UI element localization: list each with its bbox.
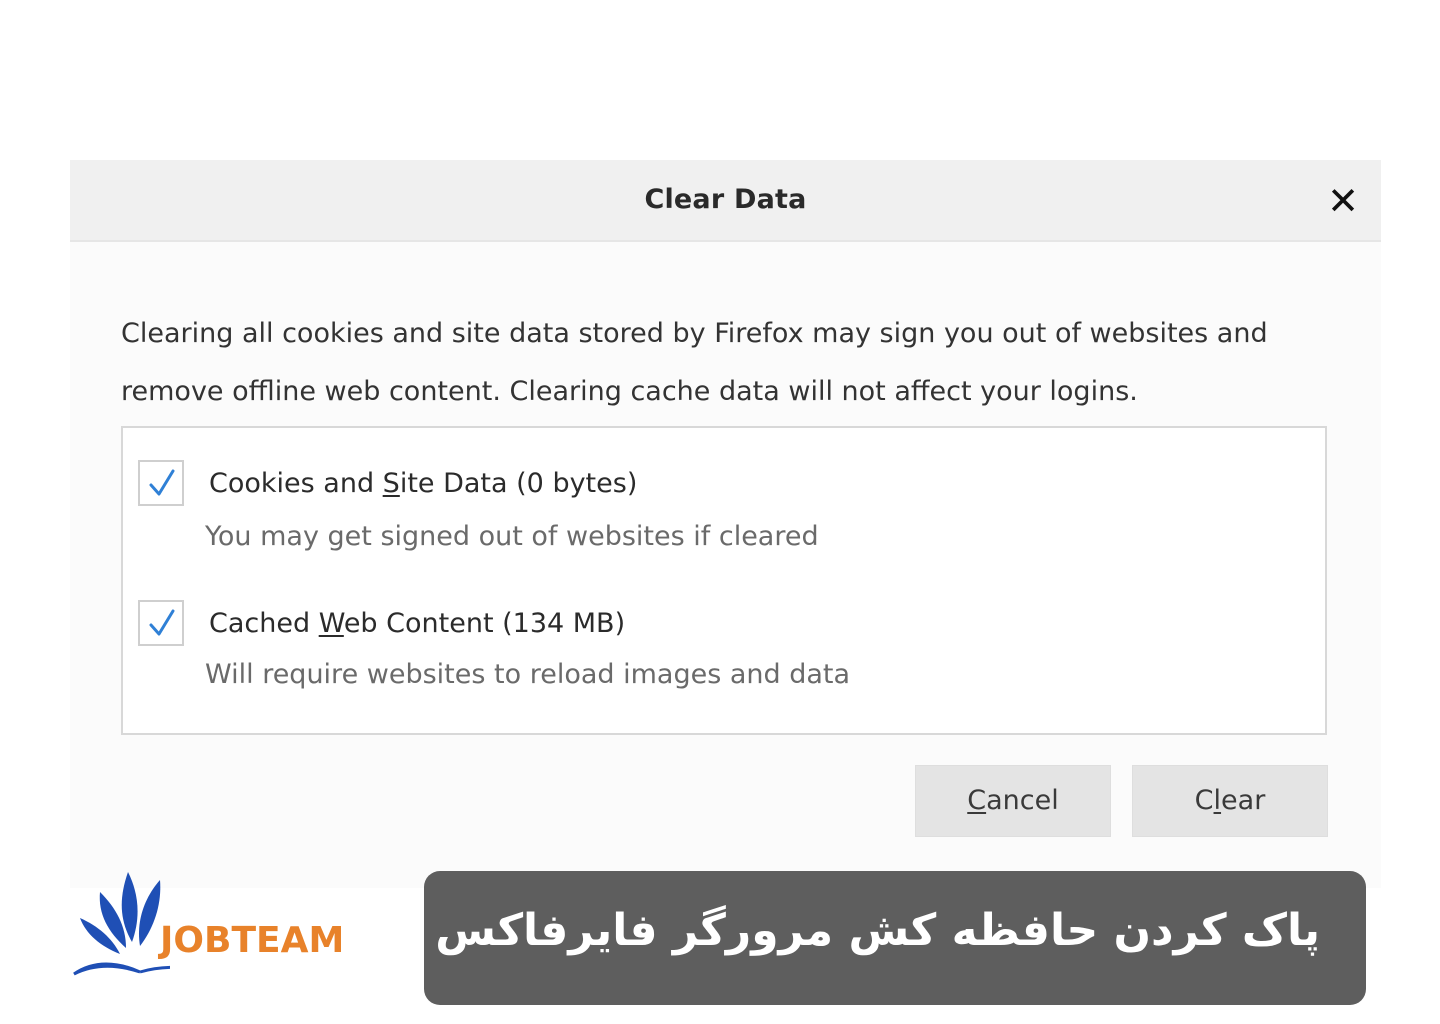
cache-label-accel: W: [318, 608, 344, 639]
caption-banner: پاک کردن حافظه کش مرورگر فایرفاکس: [424, 871, 1366, 1005]
cookies-option-description: You may get signed out of websites if cl…: [205, 521, 819, 552]
cookies-option-label[interactable]: Cookies and Site Data (0 bytes): [209, 468, 637, 499]
clear-data-dialog: Clear Data ✕ Clearing all cookies and si…: [70, 160, 1381, 888]
dialog-description: Clearing all cookies and site data store…: [121, 305, 1321, 421]
cache-label-post: eb Content (134 MB): [343, 608, 626, 639]
cookies-checkbox[interactable]: [138, 460, 184, 506]
jobteam-logo: JOBTEAM: [70, 870, 360, 982]
description-line-2: remove offline web content. Clearing cac…: [121, 376, 1138, 407]
book-leaves-icon: [73, 872, 170, 976]
clear-post: ear: [1221, 785, 1266, 816]
cookies-label-accel: S: [382, 468, 400, 499]
clear-pre: C: [1194, 785, 1214, 816]
cancel-rest: ancel: [986, 785, 1059, 816]
cache-option-label[interactable]: Cached Web Content (134 MB): [209, 608, 625, 639]
options-box: Cookies and Site Data (0 bytes) You may …: [121, 426, 1327, 735]
clear-button[interactable]: Clear: [1132, 765, 1328, 837]
cache-option-description: Will require websites to reload images a…: [205, 659, 851, 690]
caption-text: پاک کردن حافظه کش مرورگر فایرفاکس: [435, 905, 1320, 956]
dialog-titlebar: Clear Data ✕: [70, 160, 1381, 242]
logo-text: JOBTEAM: [160, 920, 345, 961]
checkmark-icon: [149, 469, 175, 496]
cookies-label-post: ite Data (0 bytes): [399, 468, 638, 499]
cancel-button[interactable]: Cancel: [915, 765, 1111, 837]
close-icon[interactable]: ✕: [1324, 182, 1362, 220]
cookies-label-pre: Cookies and: [209, 468, 383, 499]
dialog-title: Clear Data: [644, 184, 807, 215]
clear-accel: l: [1213, 785, 1222, 816]
cancel-accel: C: [967, 785, 987, 816]
cache-checkbox[interactable]: [138, 600, 184, 646]
checkmark-icon: [149, 609, 175, 636]
cache-label-pre: Cached: [209, 608, 319, 639]
description-line-1: Clearing all cookies and site data store…: [121, 318, 1268, 349]
